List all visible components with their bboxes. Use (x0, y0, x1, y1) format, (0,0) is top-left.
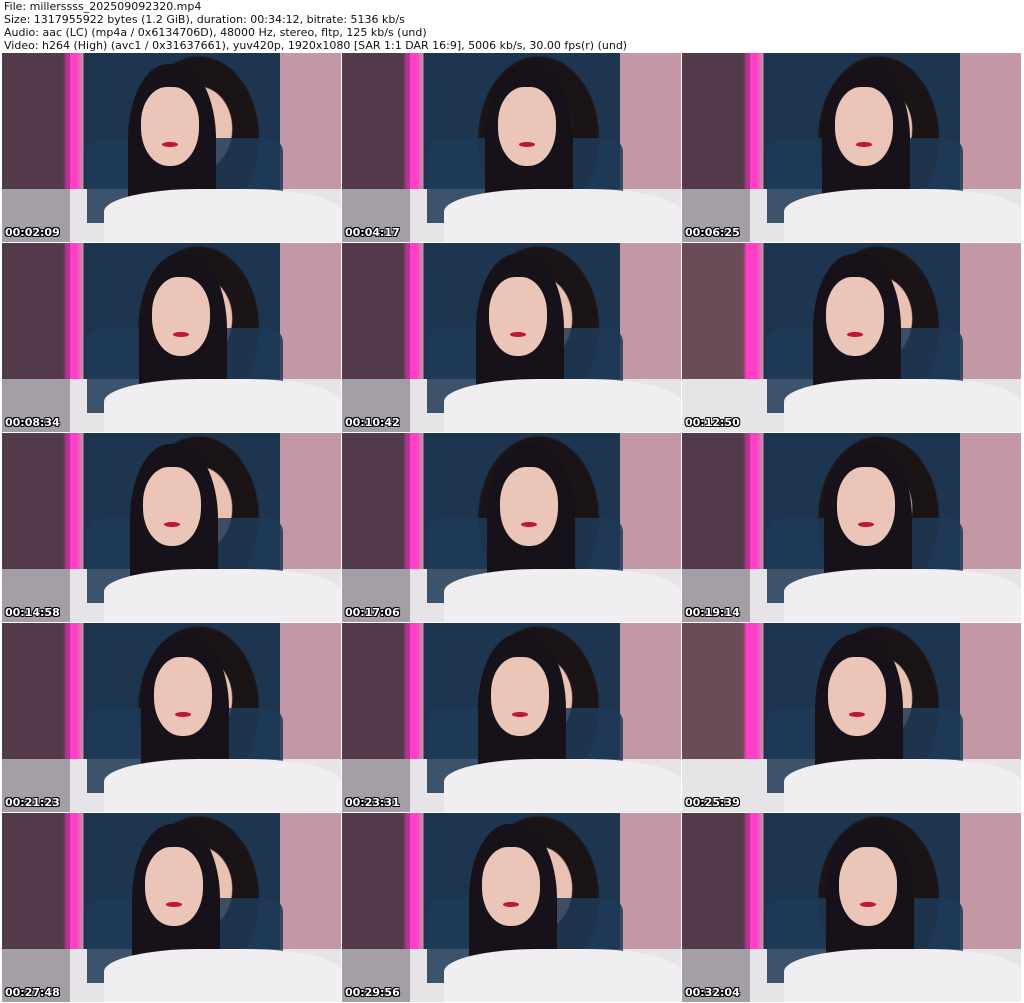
overlay-panel (342, 813, 410, 1002)
sweater (103, 759, 341, 812)
timestamp: 00:14:58 (5, 606, 60, 619)
timestamp: 00:19:14 (685, 606, 740, 619)
sweater (443, 949, 681, 1002)
thumbnail-grid: 00:02:09 00:04:17 00:06:25 00:08:34 00:10:42… (2, 53, 1022, 1002)
overlay-panel (342, 53, 410, 242)
overlay-panel (2, 243, 70, 432)
video-thumbnail: 00:32:04 (682, 813, 1021, 1002)
video-thumbnail: 00:02:09 (2, 53, 341, 242)
video-thumbnail: 00:12:50 (682, 243, 1021, 432)
video-thumbnail: 00:23:31 (342, 623, 681, 812)
sweater (103, 379, 341, 432)
face (489, 277, 547, 357)
overlay-panel (2, 623, 70, 812)
face (839, 847, 897, 927)
sweater (783, 759, 1021, 812)
audio-info: Audio: aac (LC) (mp4a / 0x6134706D), 480… (4, 26, 427, 39)
file-size: Size: 1317955922 bytes (1.2 GiB), durati… (4, 13, 405, 26)
sweater (783, 949, 1021, 1002)
face (826, 277, 884, 357)
overlay-panel (682, 813, 750, 1002)
face (154, 657, 212, 737)
face (498, 87, 556, 167)
timestamp: 00:17:06 (345, 606, 400, 619)
file-info-header: File: millerssss_202509092320.mp4 Size: 1… (4, 0, 627, 52)
video-thumbnail: 00:25:39 (682, 623, 1021, 812)
face (145, 847, 203, 927)
video-thumbnail: 00:17:06 (342, 433, 681, 622)
overlay-panel (682, 53, 750, 242)
timestamp: 00:08:34 (5, 416, 60, 429)
sweater (103, 949, 341, 1002)
overlay-panel (2, 813, 70, 1002)
face (500, 467, 558, 547)
sweater (443, 759, 681, 812)
timestamp: 00:32:04 (685, 986, 740, 999)
video-thumbnail: 00:06:25 (682, 53, 1021, 242)
timestamp: 00:23:31 (345, 796, 400, 809)
overlay-panel (2, 53, 70, 242)
video-thumbnail: 00:04:17 (342, 53, 681, 242)
sweater (443, 189, 681, 242)
video-thumbnail: 00:14:58 (2, 433, 341, 622)
video-thumbnail: 00:08:34 (2, 243, 341, 432)
video-thumbnail: 00:27:48 (2, 813, 341, 1002)
sweater (103, 569, 341, 622)
overlay-panel (2, 433, 70, 622)
video-info: Video: h264 (High) (avc1 / 0x31637661), … (4, 39, 628, 52)
timestamp: 00:27:48 (5, 986, 60, 999)
face (491, 657, 549, 737)
overlay-panel (342, 623, 410, 812)
timestamp: 00:06:25 (685, 226, 740, 239)
timestamp: 00:04:17 (345, 226, 400, 239)
face (152, 277, 210, 357)
video-thumbnail: 00:29:56 (342, 813, 681, 1002)
timestamp: 00:25:39 (685, 796, 740, 809)
sweater (783, 189, 1021, 242)
sweater (783, 569, 1021, 622)
face (828, 657, 886, 737)
timestamp: 00:02:09 (5, 226, 60, 239)
face (141, 87, 199, 167)
sweater (783, 379, 1021, 432)
sweater (443, 569, 681, 622)
video-thumbnail: 00:19:14 (682, 433, 1021, 622)
overlay-panel (682, 433, 750, 622)
face (837, 467, 895, 547)
timestamp: 00:12:50 (685, 416, 740, 429)
face (143, 467, 201, 547)
overlay-panel (342, 433, 410, 622)
timestamp: 00:21:23 (5, 796, 60, 809)
face (835, 87, 893, 167)
video-thumbnail: 00:10:42 (342, 243, 681, 432)
sweater (103, 189, 341, 242)
video-thumbnail: 00:21:23 (2, 623, 341, 812)
timestamp: 00:29:56 (345, 986, 400, 999)
timestamp: 00:10:42 (345, 416, 400, 429)
overlay-panel (342, 243, 410, 432)
sweater (443, 379, 681, 432)
file-name: File: millerssss_202509092320.mp4 (4, 0, 202, 13)
face (482, 847, 540, 927)
